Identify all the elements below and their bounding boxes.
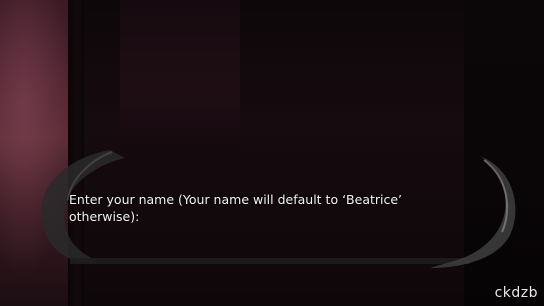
name-prompt-text: Enter your name (Your name will default … — [69, 192, 403, 224]
background-window — [120, 0, 240, 150]
watermark: ckdzb — [494, 285, 538, 301]
game-screen: Enter your name (Your name will default … — [0, 0, 544, 306]
